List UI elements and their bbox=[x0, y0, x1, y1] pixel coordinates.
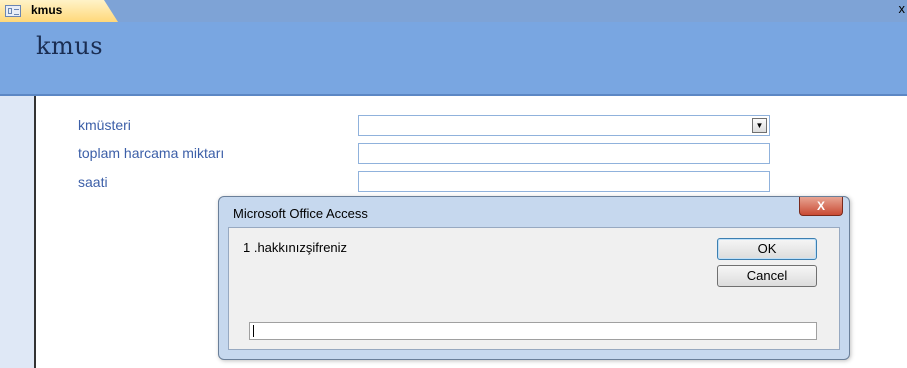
kmusteri-label: kmüsteri bbox=[78, 117, 131, 133]
kmusteri-combobox[interactable]: ▼ bbox=[358, 115, 770, 136]
form-icon bbox=[5, 5, 21, 17]
cancel-button[interactable]: Cancel bbox=[717, 265, 817, 287]
form-title: kmus bbox=[36, 32, 104, 60]
input-dialog: Microsoft Office Access X 1 .hakkınızşif… bbox=[218, 196, 850, 360]
record-selector-bar[interactable] bbox=[0, 96, 36, 368]
form-header: kmus bbox=[0, 22, 907, 96]
dialog-prompt: 1 .hakkınızşifreniz bbox=[243, 240, 348, 255]
text-caret bbox=[253, 325, 254, 337]
dialog-body: 1 .hakkınızşifreniz OK Cancel bbox=[228, 227, 840, 350]
saati-label: saati bbox=[78, 174, 108, 190]
ok-button[interactable]: OK bbox=[717, 238, 817, 260]
tab-label: kmus bbox=[31, 3, 63, 17]
saati-input[interactable] bbox=[358, 171, 770, 192]
document-tab-strip: kmus x bbox=[0, 0, 907, 22]
dialog-title: Microsoft Office Access bbox=[233, 206, 368, 221]
toplam-harcama-label: toplam harcama miktarı bbox=[78, 145, 225, 161]
tab-kmus[interactable]: kmus bbox=[0, 0, 118, 22]
close-document-icon[interactable]: x bbox=[899, 1, 906, 17]
toplam-harcama-input[interactable] bbox=[358, 143, 770, 164]
dropdown-arrow-icon[interactable]: ▼ bbox=[752, 118, 767, 133]
dialog-input-field[interactable] bbox=[249, 322, 817, 340]
close-icon[interactable]: X bbox=[799, 197, 843, 216]
